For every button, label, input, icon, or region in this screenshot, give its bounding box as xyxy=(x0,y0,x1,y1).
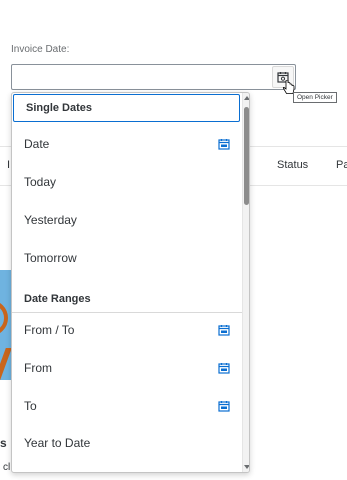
invoice-date-input[interactable] xyxy=(11,64,296,90)
option-year-to-date[interactable]: Year to Date xyxy=(12,424,242,462)
column-header-status[interactable]: Status xyxy=(277,159,308,171)
option-label: To xyxy=(24,399,37,413)
dropdown-scrollbar[interactable] xyxy=(242,93,249,472)
option-yesterday[interactable]: Yesterday xyxy=(12,201,242,239)
open-picker-tooltip: Open Picker xyxy=(293,92,337,103)
option-today[interactable]: Today xyxy=(12,163,242,201)
calendar-icon xyxy=(218,363,230,374)
scroll-up-arrow-icon[interactable] xyxy=(244,96,249,100)
option-to[interactable]: To xyxy=(12,387,242,425)
calendar-icon xyxy=(218,325,230,336)
option-label: Yesterday xyxy=(24,213,77,227)
option-date[interactable]: Date xyxy=(12,125,242,163)
option-label: Date xyxy=(24,137,50,151)
date-options-dropdown[interactable]: Single Dates Date Today Yesterday Tomorr… xyxy=(11,92,250,473)
option-label: Year to Date xyxy=(24,436,91,450)
background-text-fragment: s xyxy=(0,436,7,450)
group-header-date-ranges: Date Ranges xyxy=(12,285,242,313)
option-from-to[interactable]: From / To xyxy=(12,311,242,349)
scroll-down-arrow-icon[interactable] xyxy=(244,465,249,469)
calendar-icon xyxy=(218,139,230,150)
option-label: From / To xyxy=(24,323,75,337)
illustration-arc xyxy=(0,300,8,336)
group-header-single-dates: Single Dates xyxy=(13,94,240,122)
calendar-icon xyxy=(218,401,230,412)
option-from[interactable]: From xyxy=(12,349,242,387)
invoice-date-label: Invoice Date: xyxy=(11,44,70,55)
scroll-thumb[interactable] xyxy=(244,107,249,205)
column-header-pa[interactable]: Pa xyxy=(336,159,347,171)
option-label: Today xyxy=(24,175,57,189)
column-header-i[interactable]: I xyxy=(7,159,10,171)
option-label: From xyxy=(24,361,52,375)
option-tomorrow[interactable]: Tomorrow xyxy=(12,239,242,277)
background-text-fragment: cl xyxy=(3,462,11,473)
option-label: Tomorrow xyxy=(24,251,77,265)
